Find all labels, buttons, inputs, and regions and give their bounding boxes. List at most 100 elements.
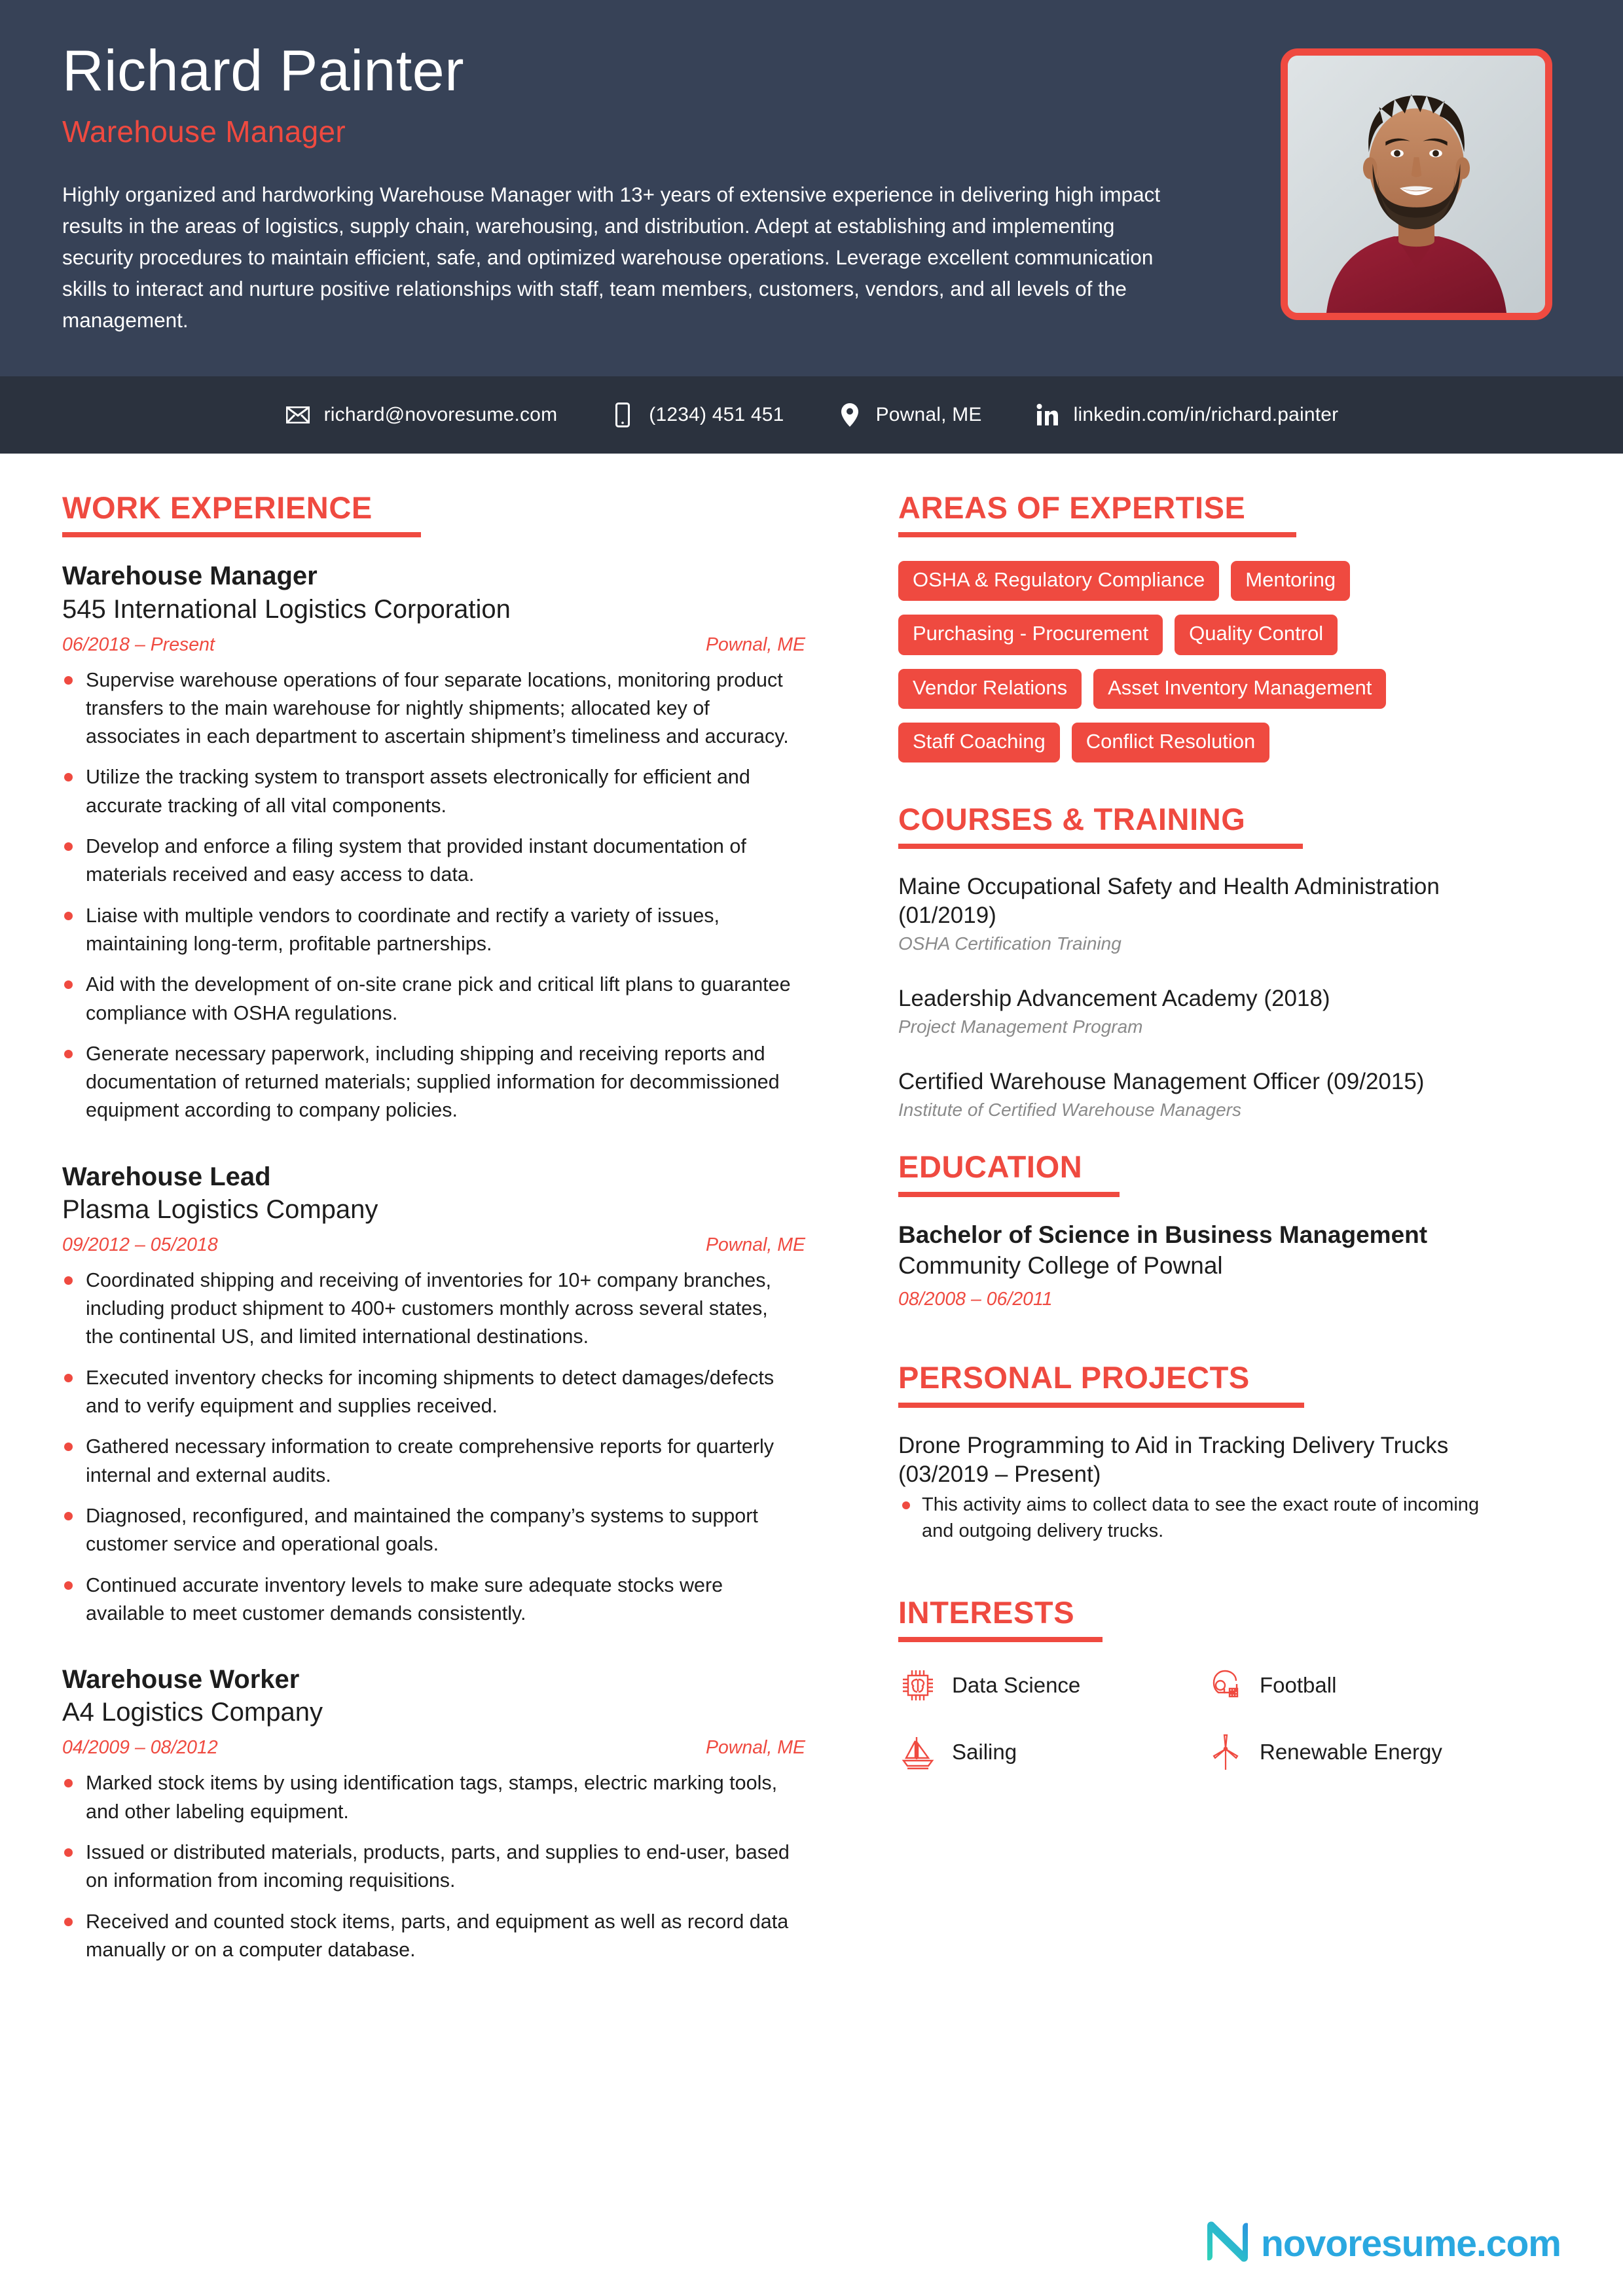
interests-grid: Data Science Football Sailing Renewable …	[898, 1666, 1527, 1772]
section-divider	[62, 532, 421, 538]
contact-email[interactable]: richard@novoresume.com	[285, 404, 558, 426]
expertise-tag[interactable]: Mentoring	[1231, 561, 1351, 601]
job-location: Pownal, ME	[705, 1737, 805, 1759]
job-bullet: Aid with the development of on-site cran…	[62, 971, 799, 1028]
professional-summary: Highly organized and hardworking Warehou…	[62, 183, 1161, 332]
job-bullet: Issued or distributed materials, product…	[62, 1839, 799, 1895]
course-subtitle: OSHA Certification Training	[898, 933, 1122, 954]
expertise-tag[interactable]: Conflict Resolution	[1071, 722, 1270, 762]
job-bullet: Received and counted stock items, parts,…	[62, 1908, 799, 1965]
job-meta: 04/2009 – 08/2012 Pownal, ME	[62, 1737, 805, 1759]
expertise-tag[interactable]: Asset Inventory Management	[1093, 668, 1387, 709]
job-entry: Warehouse Lead Plasma Logistics Company …	[62, 1162, 805, 1628]
resume-body: WORK EXPERIENCE Warehouse Manager 545 In…	[0, 454, 1623, 2001]
job-bullet: Coordinated shipping and receiving of in…	[62, 1266, 799, 1352]
job-entry: Warehouse Manager 545 International Logi…	[62, 561, 805, 1124]
job-title-subtitle: Warehouse Manager	[62, 115, 346, 149]
job-bullet: Utilize the tracking system to transport…	[62, 763, 799, 820]
section-heading-education: EDUCATION	[898, 1149, 1083, 1185]
chip-brain-icon	[898, 1666, 938, 1705]
expertise-tag-list: OSHA & Regulatory Compliance Mentoring P…	[898, 561, 1527, 762]
interest-item-sailing: Sailing	[898, 1732, 1206, 1772]
job-location: Pownal, ME	[705, 1234, 805, 1255]
education-degree: Bachelor of Science in Business Manageme…	[898, 1221, 1428, 1248]
section-divider	[898, 1402, 1304, 1408]
novoresume-logo-text: novoresume.com	[1261, 2222, 1561, 2265]
interest-item-football: Football	[1206, 1666, 1527, 1705]
job-company: A4 Logistics Company	[62, 1698, 323, 1727]
project-bullets: This activity aims to collect data to se…	[898, 1492, 1571, 1544]
job-location: Pownal, ME	[705, 634, 805, 655]
left-column: WORK EXPERIENCE Warehouse Manager 545 In…	[62, 492, 858, 2001]
expertise-tag[interactable]: OSHA & Regulatory Compliance	[898, 561, 1220, 601]
section-courses-training: COURSES & TRAINING Maine Occupational Sa…	[898, 801, 1571, 1121]
job-meta: 09/2012 – 05/2018 Pownal, ME	[62, 1234, 805, 1256]
sailboat-icon	[898, 1732, 938, 1772]
interest-label: Football	[1260, 1673, 1337, 1698]
job-dates: 06/2018 – Present	[62, 634, 215, 655]
expertise-tag[interactable]: Quality Control	[1175, 615, 1338, 655]
football-helmet-icon	[1206, 1666, 1245, 1705]
contact-phone[interactable]: (1234) 451 451	[610, 403, 784, 427]
contact-location-text: Pownal, ME	[875, 404, 982, 425]
job-role: Warehouse Lead	[62, 1162, 271, 1191]
novoresume-logo[interactable]: novoresume.com	[1202, 2217, 1561, 2270]
contact-linkedin-text: linkedin.com/in/richard.painter	[1073, 404, 1339, 425]
job-bullet: Executed inventory checks for incoming s…	[62, 1364, 799, 1421]
location-pin-icon	[837, 403, 863, 427]
phone-icon	[610, 403, 636, 427]
interest-label: Data Science	[952, 1673, 1081, 1698]
course-name: Leadership Advancement Academy (2018)	[898, 986, 1330, 1012]
job-role: Warehouse Worker	[62, 1665, 300, 1695]
course-name: Certified Warehouse Management Officer (…	[898, 1069, 1425, 1095]
header-text-block: Richard Painter Warehouse Manager Highly…	[62, 38, 1214, 336]
course-name: Maine Occupational Safety and Health Adm…	[898, 874, 1440, 929]
job-role: Warehouse Manager	[62, 562, 318, 591]
job-bullets: Marked stock items by using identificati…	[62, 1769, 805, 1964]
job-dates: 04/2009 – 08/2012	[62, 1737, 218, 1759]
job-dates: 09/2012 – 05/2018	[62, 1234, 218, 1255]
expertise-tag[interactable]: Purchasing - Procurement	[898, 615, 1163, 655]
job-bullet: Generate necessary paperwork, including …	[62, 1040, 799, 1125]
job-bullet: Marked stock items by using identificati…	[62, 1769, 799, 1826]
job-bullet: Diagnosed, reconfigured, and maintained …	[62, 1502, 799, 1559]
contact-email-text: richard@novoresume.com	[323, 404, 558, 425]
section-divider	[898, 1637, 1103, 1643]
contact-linkedin[interactable]: linkedin.com/in/richard.painter	[1034, 403, 1339, 427]
profile-photo	[1288, 56, 1545, 313]
section-education: EDUCATION Bachelor of Science in Busines…	[898, 1151, 1571, 1310]
education-dates: 08/2008 – 06/2011	[898, 1289, 1053, 1310]
job-bullets: Supervise warehouse operations of four s…	[62, 666, 805, 1125]
section-divider	[898, 844, 1303, 850]
project-title: Drone Programming to Aid in Tracking Del…	[898, 1432, 1449, 1487]
project-bullet: This activity aims to collect data to se…	[898, 1492, 1501, 1544]
job-bullet: Gathered necessary information to create…	[62, 1433, 799, 1490]
course-entry: Leadership Advancement Academy (2018) Pr…	[898, 984, 1571, 1037]
section-divider	[898, 532, 1296, 538]
course-entry: Maine Occupational Safety and Health Adm…	[898, 872, 1571, 954]
linkedin-icon	[1034, 403, 1061, 427]
section-areas-of-expertise: AREAS OF EXPERTISE OSHA & Regulatory Com…	[898, 492, 1571, 762]
novoresume-n-icon	[1202, 2217, 1252, 2270]
section-heading-interests: INTERESTS	[898, 1595, 1075, 1630]
contact-bar: richard@novoresume.com (1234) 451 451 Po…	[0, 376, 1623, 454]
job-bullets: Coordinated shipping and receiving of in…	[62, 1266, 805, 1628]
page-title: Richard Painter	[62, 38, 465, 103]
job-bullet: Continued accurate inventory levels to m…	[62, 1571, 799, 1628]
job-bullet: Supervise warehouse operations of four s…	[62, 666, 799, 751]
interest-item-data-science: Data Science	[898, 1666, 1206, 1705]
contact-phone-text: (1234) 451 451	[649, 404, 784, 425]
interest-label: Renewable Energy	[1260, 1740, 1442, 1765]
course-subtitle: Institute of Certified Warehouse Manager…	[898, 1100, 1241, 1121]
section-heading-courses-training: COURSES & TRAINING	[898, 801, 1246, 836]
job-entry: Warehouse Worker A4 Logistics Company 04…	[62, 1664, 805, 1964]
profile-photo-illustration	[1288, 56, 1545, 313]
expertise-tag[interactable]: Vendor Relations	[898, 668, 1082, 709]
job-company: 545 International Logistics Corporation	[62, 594, 511, 624]
course-subtitle: Project Management Program	[898, 1016, 1143, 1037]
section-heading-work-experience: WORK EXPERIENCE	[62, 490, 373, 525]
job-bullet: Liaise with multiple vendors to coordina…	[62, 902, 799, 959]
contact-location[interactable]: Pownal, ME	[837, 403, 982, 427]
expertise-tag[interactable]: Staff Coaching	[898, 722, 1060, 762]
section-work-experience: WORK EXPERIENCE Warehouse Manager 545 In…	[62, 492, 805, 1964]
